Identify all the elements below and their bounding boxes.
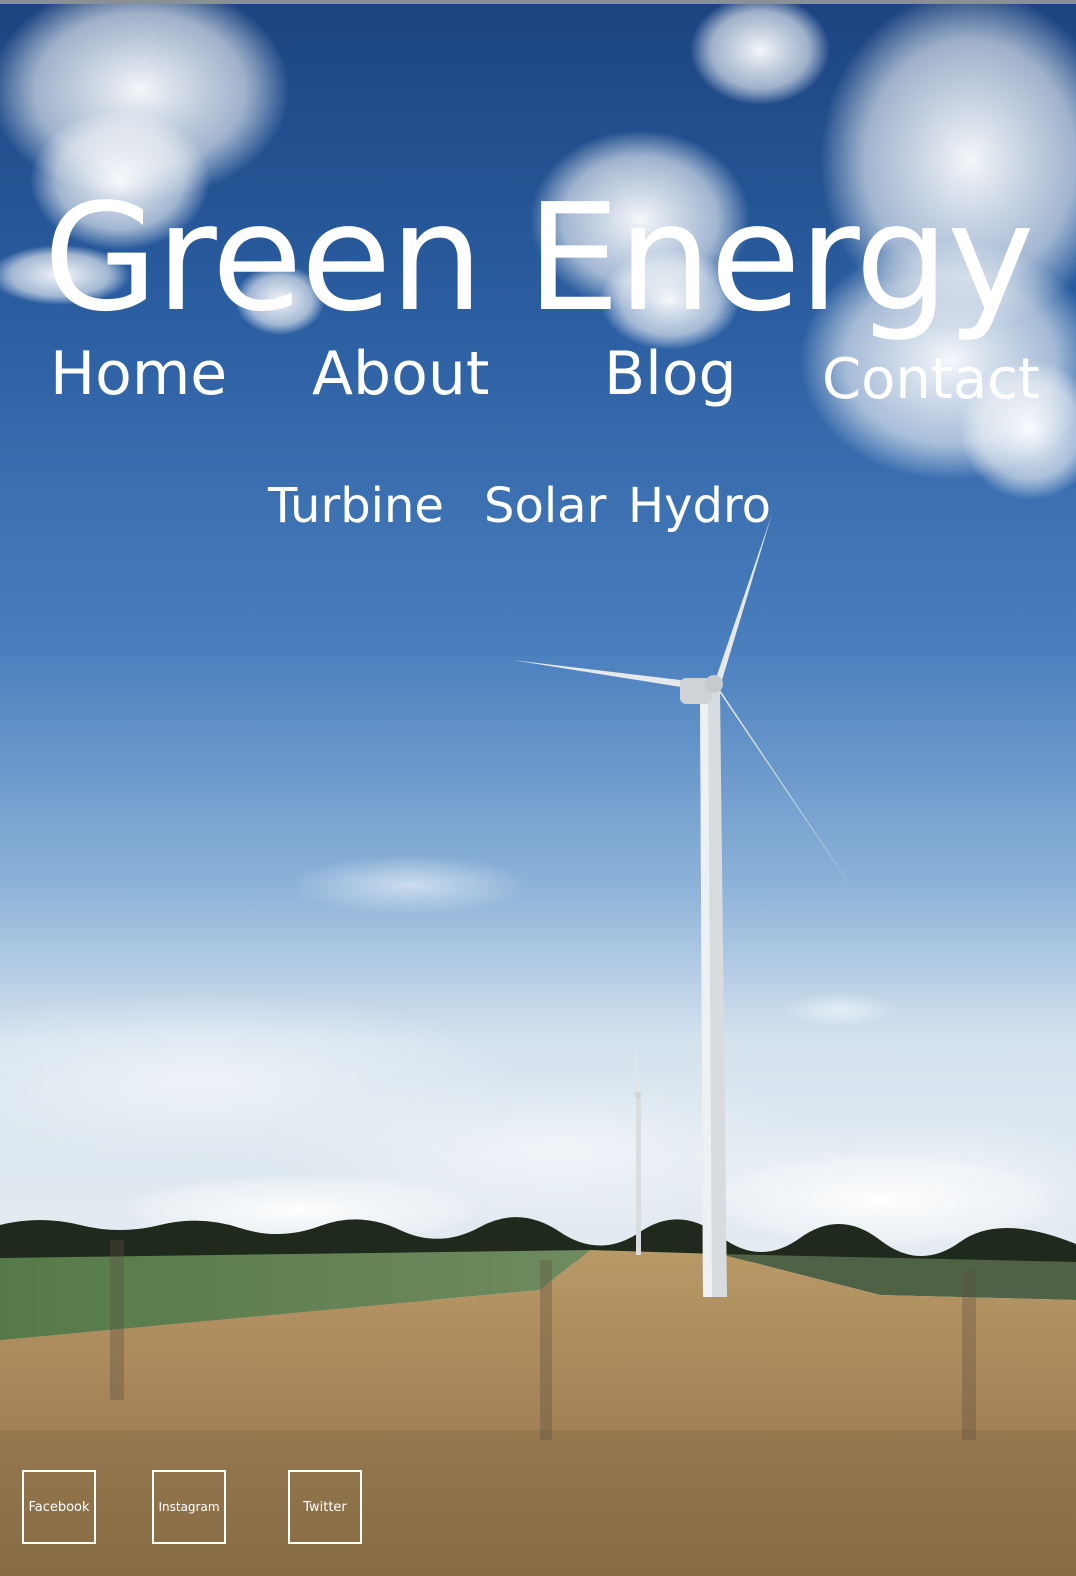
nav-about[interactable]: About (312, 344, 489, 404)
instagram-button[interactable]: Instagram (152, 1470, 226, 1544)
subnav-solar[interactable]: Solar (484, 482, 606, 530)
subnav-hydro[interactable]: Hydro (628, 482, 771, 530)
nav-home[interactable]: Home (50, 344, 227, 404)
nav-contact[interactable]: Contact (822, 352, 1040, 408)
facebook-button[interactable]: Facebook (22, 1470, 96, 1544)
top-border (0, 0, 1076, 4)
twitter-button[interactable]: Twitter (288, 1470, 362, 1544)
site-title: Green Energy (43, 172, 1034, 345)
nav-blog[interactable]: Blog (604, 344, 737, 404)
page: Green Energy Home About Blog Contact Tur… (0, 0, 1076, 1576)
subnav-turbine[interactable]: Turbine (268, 482, 444, 530)
